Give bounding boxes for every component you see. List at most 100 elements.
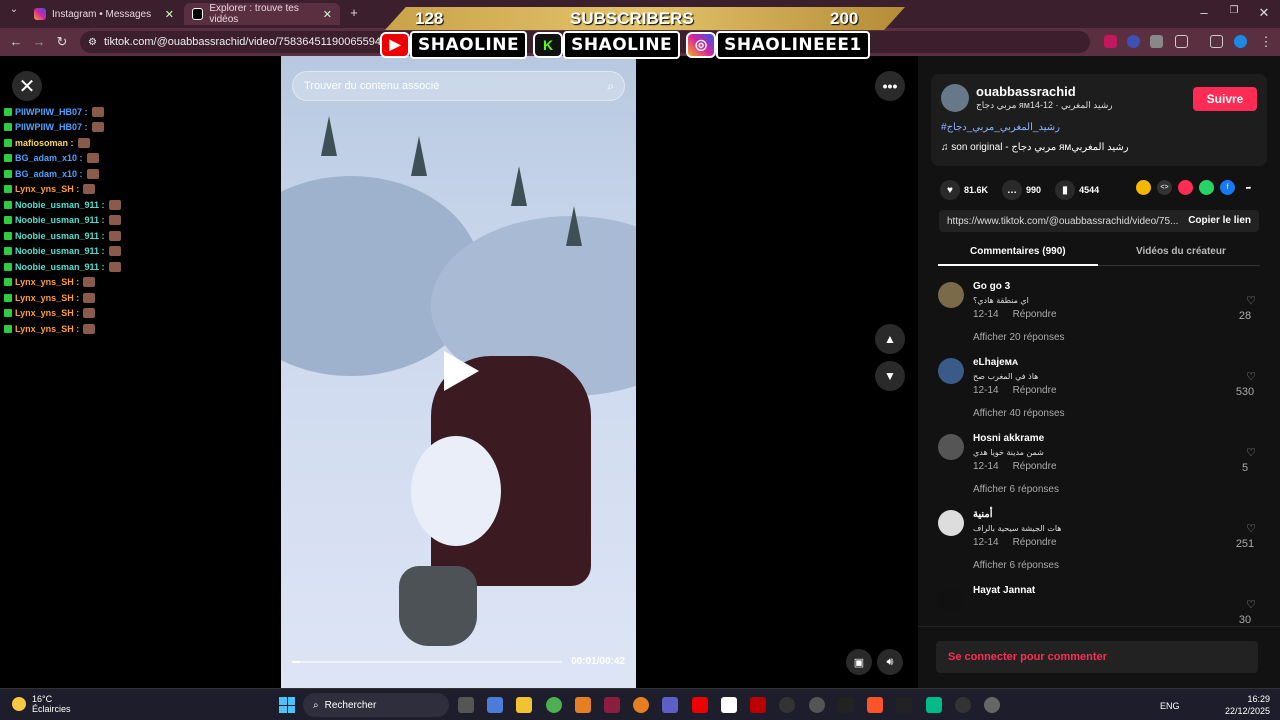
app-icon[interactable] — [838, 697, 854, 713]
reply-button[interactable]: Répondre — [1013, 309, 1057, 320]
file-explorer-icon[interactable] — [516, 697, 532, 713]
forward-icon[interactable]: → — [31, 34, 47, 49]
next-video-button[interactable]: ▼ — [875, 361, 905, 391]
hashtag-link[interactable]: #رشيد_المغربي_مربي_دجاج — [941, 122, 1060, 133]
show-replies-button[interactable]: Afficher 6 réponses — [973, 560, 1059, 571]
taskbar-search[interactable]: ⌕ Rechercher — [303, 693, 449, 717]
menu-icon[interactable]: ⋮ — [1258, 34, 1274, 50]
comment-button[interactable]: … 990 — [1002, 180, 1041, 200]
copy-link-button[interactable]: Copier le lien — [1188, 215, 1251, 226]
heart-icon[interactable]: ♡ — [1246, 598, 1256, 611]
volume-icon[interactable]: 🔊︎ — [877, 649, 903, 675]
tab-search-icon[interactable]: ⌄ — [6, 4, 22, 15]
window-close-icon[interactable]: ✕ — [1256, 5, 1272, 21]
tab-explorer[interactable]: Explorer : trouve tes vidéos ✕ — [184, 3, 340, 25]
emote-icon — [83, 277, 96, 288]
chrome-icon[interactable] — [546, 697, 562, 713]
tradingview-icon[interactable] — [896, 697, 912, 713]
show-replies-button[interactable]: Afficher 40 réponses — [973, 408, 1065, 419]
close-video-button[interactable]: ✕ — [12, 71, 42, 101]
language-indicator[interactable]: ENG — [1160, 701, 1180, 711]
app-icon[interactable] — [633, 697, 649, 713]
video-player[interactable]: Trouver du contenu associé ⌕ 00:01/00:42 — [281, 56, 636, 688]
reply-button[interactable]: Répondre — [1013, 385, 1057, 396]
site-info-icon[interactable]: ⚙ — [88, 37, 97, 48]
minimize-icon[interactable]: – — [1196, 5, 1212, 20]
tab-comments[interactable]: Commentaires (990) — [970, 246, 1066, 257]
video-link[interactable]: https://www.tiktok.com/@ouabbassrachid/v… — [939, 210, 1259, 232]
tab-creator-videos[interactable]: Vidéos du créateur — [1136, 246, 1226, 257]
commenter-name[interactable]: eLhajeᴍᴀ — [973, 357, 1018, 368]
app-icon[interactable] — [809, 697, 825, 713]
share-arrow-icon[interactable]: ➦ — [1241, 180, 1256, 195]
extension-icon[interactable] — [1127, 35, 1140, 48]
repost-icon[interactable] — [1136, 180, 1151, 195]
brave-icon[interactable] — [867, 697, 883, 713]
author-avatar[interactable] — [941, 84, 969, 112]
play-icon[interactable] — [444, 351, 479, 391]
reading-list-icon[interactable] — [1210, 35, 1223, 48]
search-icon[interactable]: ⌕ — [607, 79, 614, 94]
pip-icon[interactable]: ▣ — [846, 649, 872, 675]
commenter-name[interactable]: Hosni akkrame — [973, 433, 1044, 444]
settings-icon[interactable] — [984, 697, 1000, 713]
commenter-avatar[interactable] — [938, 586, 964, 612]
commenter-name[interactable]: Go go 3 — [973, 281, 1010, 292]
commenter-avatar[interactable] — [938, 282, 964, 308]
close-icon[interactable]: ✕ — [165, 8, 174, 21]
app-icon[interactable] — [926, 697, 942, 713]
heart-icon[interactable]: ♡ — [1246, 522, 1256, 535]
extensions-puzzle-icon[interactable] — [1175, 35, 1188, 48]
heart-icon[interactable]: ♡ — [1246, 446, 1256, 459]
netflix-icon[interactable] — [750, 697, 766, 713]
close-icon[interactable]: ✕ — [323, 8, 332, 21]
show-replies-button[interactable]: Afficher 20 réponses — [973, 332, 1065, 343]
app-icon[interactable] — [779, 697, 795, 713]
reload-icon[interactable]: ↻ — [54, 34, 70, 50]
app-icon[interactable] — [955, 697, 971, 713]
teams-icon[interactable] — [662, 697, 678, 713]
tab-instagram[interactable]: Instagram • Messages ✕ — [26, 3, 182, 25]
commenter-avatar[interactable] — [938, 510, 964, 536]
task-view-icon[interactable] — [458, 697, 474, 713]
reply-button[interactable]: Répondre — [1013, 461, 1057, 472]
new-tab-icon[interactable]: + — [346, 5, 362, 20]
extension-icon[interactable] — [1150, 35, 1163, 48]
commenter-avatar[interactable] — [938, 358, 964, 384]
follow-button[interactable]: Suivre — [1193, 87, 1257, 111]
extension-icon[interactable] — [1104, 35, 1117, 48]
commenter-name[interactable]: Hayat Jannat — [973, 585, 1035, 596]
send-icon[interactable] — [1178, 180, 1193, 195]
youtube-icon[interactable] — [692, 697, 708, 713]
commenter-name[interactable]: أمنية — [973, 509, 993, 520]
author-name[interactable]: ouabbassrachid — [976, 84, 1076, 99]
facebook-icon[interactable]: f — [1220, 180, 1235, 195]
app-icon[interactable] — [721, 697, 737, 713]
app-icon[interactable] — [575, 697, 591, 713]
video-progress[interactable] — [292, 661, 562, 663]
music-link[interactable]: ♫ son original - مربي دجاج ᴙᴍرشيد المغرب… — [941, 142, 1129, 153]
previous-video-button[interactable]: ▲ — [875, 324, 905, 354]
embed-icon[interactable]: <> — [1157, 180, 1172, 195]
related-content-search[interactable]: Trouver du contenu associé ⌕ — [292, 71, 625, 101]
copilot-icon[interactable] — [487, 697, 503, 713]
music-title: son original - مربي دجاج ᴙᴍرشيد المغربي — [951, 142, 1129, 153]
weather-widget[interactable]: 16°C Éclaircies — [12, 694, 71, 714]
maximize-icon[interactable]: ❐ — [1226, 5, 1242, 16]
back-icon[interactable]: ← — [8, 34, 24, 49]
start-button[interactable] — [279, 697, 295, 713]
social-handles: ▶ SHAOLINE K SHAOLINE ◎ SHAOLINEEE1 — [380, 30, 895, 59]
like-button[interactable]: ♥ 81.6K — [940, 180, 988, 200]
more-options-button[interactable]: ••• — [875, 71, 905, 101]
login-to-comment-button[interactable]: Se connecter pour commenter — [936, 641, 1258, 673]
save-button[interactable]: ▮ 4544 — [1055, 180, 1099, 200]
heart-icon[interactable]: ♡ — [1246, 294, 1256, 307]
commenter-avatar[interactable] — [938, 434, 964, 460]
heart-icon[interactable]: ♡ — [1246, 370, 1256, 383]
app-icon[interactable] — [604, 697, 620, 713]
profile-avatar[interactable] — [1234, 35, 1247, 48]
reply-button[interactable]: Répondre — [1013, 537, 1057, 548]
show-replies-button[interactable]: Afficher 6 réponses — [973, 484, 1059, 495]
clock[interactable]: 16:29 22/12/2025 — [1225, 693, 1270, 717]
whatsapp-icon[interactable] — [1199, 180, 1214, 195]
